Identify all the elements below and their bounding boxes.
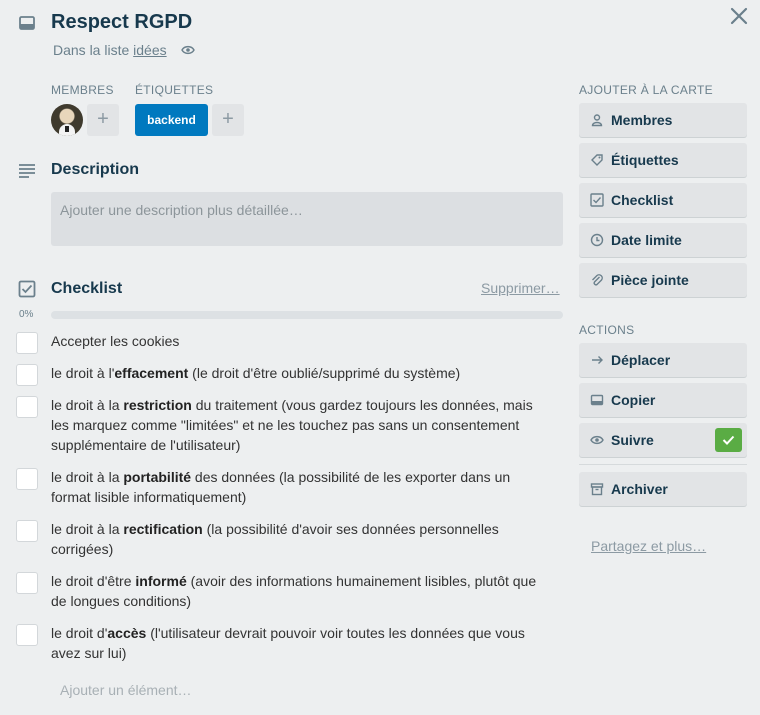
move-button[interactable]: Déplacer xyxy=(579,343,747,377)
checklist-item-checkbox[interactable] xyxy=(16,396,38,418)
checklist-item-keyword: accès xyxy=(107,625,147,641)
labels-button[interactable]: Étiquettes xyxy=(579,143,747,177)
checklist-item-keyword: effacement xyxy=(114,365,189,381)
due-date-button[interactable]: Date limite xyxy=(579,223,747,257)
archive-button-label: Archiver xyxy=(611,481,668,497)
checklist-item-checkbox[interactable] xyxy=(16,332,38,354)
list-prefix: Dans la liste xyxy=(53,42,134,58)
checklist-item-fragment: le droit d'être xyxy=(51,573,136,589)
tag-icon xyxy=(591,154,603,166)
clock-icon xyxy=(590,233,604,247)
person-icon xyxy=(591,114,603,127)
eye-icon xyxy=(590,435,604,445)
list-link[interactable]: idées xyxy=(133,42,166,58)
checklist-item-fragment: le droit d' xyxy=(51,625,108,641)
description-icon xyxy=(19,164,35,178)
progress-bar xyxy=(51,311,563,319)
checklist-item-checkbox[interactable] xyxy=(16,624,38,646)
checklist-item-text[interactable]: le droit à la restriction du traitement … xyxy=(51,395,541,455)
checklist-item-fragment: le droit à l' xyxy=(51,365,115,381)
add-label-button[interactable]: + xyxy=(212,104,244,136)
move-button-label: Déplacer xyxy=(611,352,671,368)
checklist-button[interactable]: Checklist xyxy=(579,183,747,217)
checklist-icon xyxy=(590,193,604,207)
checklist-item-keyword: informé xyxy=(135,573,187,589)
add-to-card-heading: AJOUTER À LA CARTE xyxy=(579,83,713,97)
follow-button[interactable]: Suivre xyxy=(579,423,747,457)
label-backend[interactable]: backend xyxy=(135,104,208,136)
checklist-item-keyword: portabilité xyxy=(123,469,192,485)
arrow-right-icon xyxy=(592,356,603,364)
checklist-item-fragment: le droit à la xyxy=(51,469,124,485)
archive-button[interactable]: Archiver xyxy=(579,472,747,506)
card-title[interactable]: Respect RGPD xyxy=(51,11,192,34)
actions-heading: ACTIONS xyxy=(579,323,635,337)
check-icon xyxy=(722,435,735,445)
checklist-item-fragment: le droit à la xyxy=(51,397,124,413)
add-member-button[interactable]: + xyxy=(87,104,119,136)
divider xyxy=(579,464,747,465)
progress-percent: 0% xyxy=(19,309,34,320)
checklist-item-text[interactable]: le droit d'être informé (avoir des infor… xyxy=(51,571,541,611)
checklist-item-text[interactable]: le droit d'accès (l'utilisateur devrait … xyxy=(51,623,541,663)
checklist-item-checkbox[interactable] xyxy=(16,572,38,594)
paperclip-icon xyxy=(592,274,603,286)
due-date-button-label: Date limite xyxy=(611,232,682,248)
copy-button-label: Copier xyxy=(611,392,656,408)
members-button-label: Membres xyxy=(611,112,673,128)
checklist-item-text[interactable]: le droit à la portabilité des données (l… xyxy=(51,467,541,507)
labels-button-label: Étiquettes xyxy=(611,152,679,168)
checklist-item-checkbox[interactable] xyxy=(16,364,38,386)
delete-checklist-link[interactable]: Supprimer… xyxy=(481,280,560,296)
members-button[interactable]: Membres xyxy=(579,103,747,137)
members-heading: MEMBRES xyxy=(51,83,114,97)
copy-button[interactable]: Copier xyxy=(579,383,747,417)
attachment-button-label: Pièce jointe xyxy=(611,272,689,288)
avatar[interactable] xyxy=(51,104,83,136)
description-input[interactable]: Ajouter une description plus détaillée… xyxy=(51,192,563,246)
checklist-item-keyword: rectification xyxy=(123,521,203,537)
checklist-item-text[interactable]: le droit à l'effacement (le droit d'être… xyxy=(51,363,541,383)
checklist-item-text[interactable]: le droit à la rectification (la possibil… xyxy=(51,519,541,559)
checklist-item-checkbox[interactable] xyxy=(16,468,38,490)
archive-icon xyxy=(590,483,604,496)
checklist-item-text[interactable]: Accepter les cookies xyxy=(51,331,541,351)
checklist-item-fragment: (le droit d'être oublié/supprimé du syst… xyxy=(188,365,461,381)
checklist-title: Checklist xyxy=(51,280,123,297)
eye-icon xyxy=(181,45,195,55)
follow-button-label: Suivre xyxy=(611,432,654,448)
copy-card-icon xyxy=(590,394,604,406)
card-icon xyxy=(19,16,35,30)
checklist-item-fragment: Accepter les cookies xyxy=(51,333,180,349)
labels-heading: ÉTIQUETTES xyxy=(135,83,214,97)
checklist-item-checkbox[interactable] xyxy=(16,520,38,542)
close-icon[interactable] xyxy=(729,6,749,26)
share-more-link[interactable]: Partagez et plus… xyxy=(591,538,706,554)
checklist-item-keyword: restriction xyxy=(123,397,192,413)
checklist-item-fragment: le droit à la xyxy=(51,521,124,537)
description-title: Description xyxy=(51,161,140,178)
attachment-button[interactable]: Pièce jointe xyxy=(579,263,747,297)
checklist-icon xyxy=(18,280,36,298)
following-check-badge xyxy=(715,428,742,452)
list-location: Dans la liste idées xyxy=(53,42,167,58)
checklist-button-label: Checklist xyxy=(611,192,674,208)
add-item-input[interactable]: Ajouter un élément… xyxy=(60,682,192,698)
